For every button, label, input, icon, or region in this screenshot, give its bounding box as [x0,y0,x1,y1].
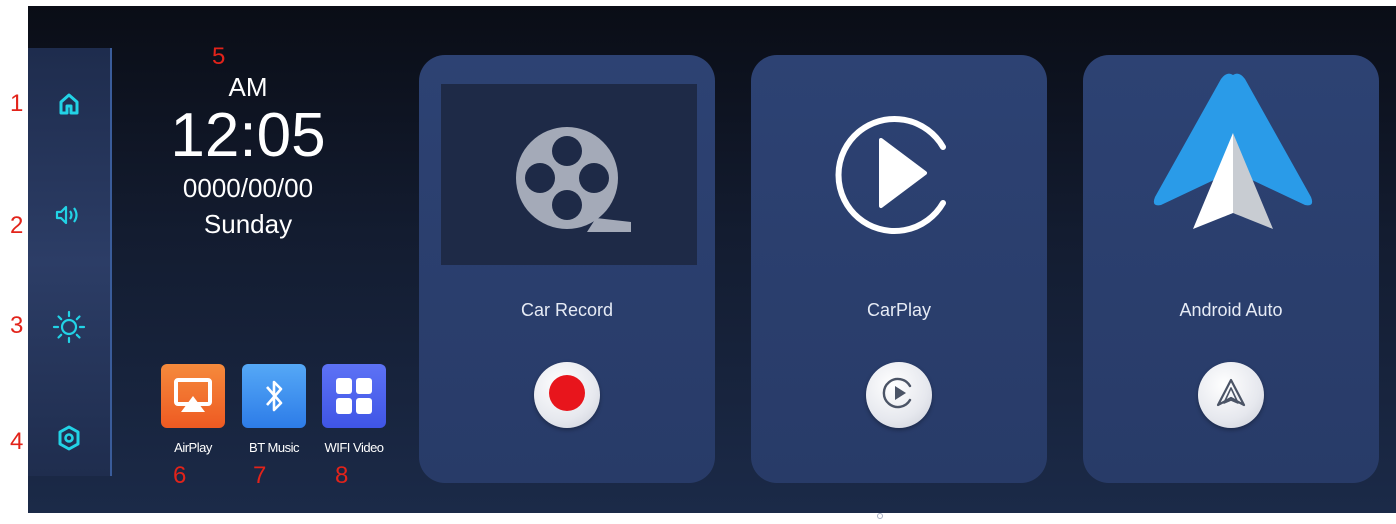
android-auto-title: Android Auto [1179,300,1283,320]
volume-icon [54,204,84,230]
record-button[interactable] [534,362,600,428]
carplay-play-button[interactable] [866,362,932,428]
android-auto-small-icon [1214,376,1248,414]
bt-music-label: BT Music [249,440,299,455]
sidebar [28,48,112,476]
car-record-title: Car Record [520,300,614,320]
android-auto-button[interactable] [1198,362,1264,428]
settings-button[interactable] [28,410,110,470]
car-record-card[interactable]: Car Record [419,55,715,483]
brightness-icon [52,310,86,348]
wifi-video-app[interactable]: WIFI Video [322,364,386,455]
marker-4: 4 [10,428,24,455]
marker-3: 3 [10,312,24,339]
airplay-app[interactable]: AirPlay [161,364,225,455]
clock-date: 0000/00/00 [182,173,314,203]
wifi-video-label: WIFI Video [324,440,384,455]
clock-widget: AM 12:05 0000/00/00 Sunday [150,70,346,242]
marker-7: 7 [253,462,267,489]
film-reel-icon [501,118,641,246]
settings-icon [57,425,81,455]
clock-time: 12:05 [170,101,326,170]
android-auto-icon [1143,67,1323,251]
page-indicator [866,505,888,524]
carplay-title: CarPlay [866,300,932,320]
android-auto-card[interactable]: Android Auto [1083,55,1379,483]
carplay-icon [829,105,969,249]
airplay-icon [161,364,225,428]
home-button[interactable] [28,76,110,136]
clock-day: Sunday [203,209,293,239]
marker-1: 1 [10,90,24,117]
play-icon [881,375,917,415]
marker-6: 6 [173,462,187,489]
home-icon [58,92,80,120]
marker-2: 2 [10,212,24,239]
bluetooth-icon [242,364,306,428]
brightness-button[interactable] [28,299,110,359]
volume-button[interactable] [28,187,110,247]
record-icon [547,373,587,417]
marker-5: 5 [212,43,226,70]
carplay-card[interactable]: CarPlay [751,55,1047,483]
airplay-label: AirPlay [174,440,212,455]
clock-ampm: AM [228,72,268,102]
grid-icon [322,364,386,428]
marker-8: 8 [335,462,349,489]
bt-music-app[interactable]: BT Music [242,364,306,455]
car-record-preview [441,84,697,265]
